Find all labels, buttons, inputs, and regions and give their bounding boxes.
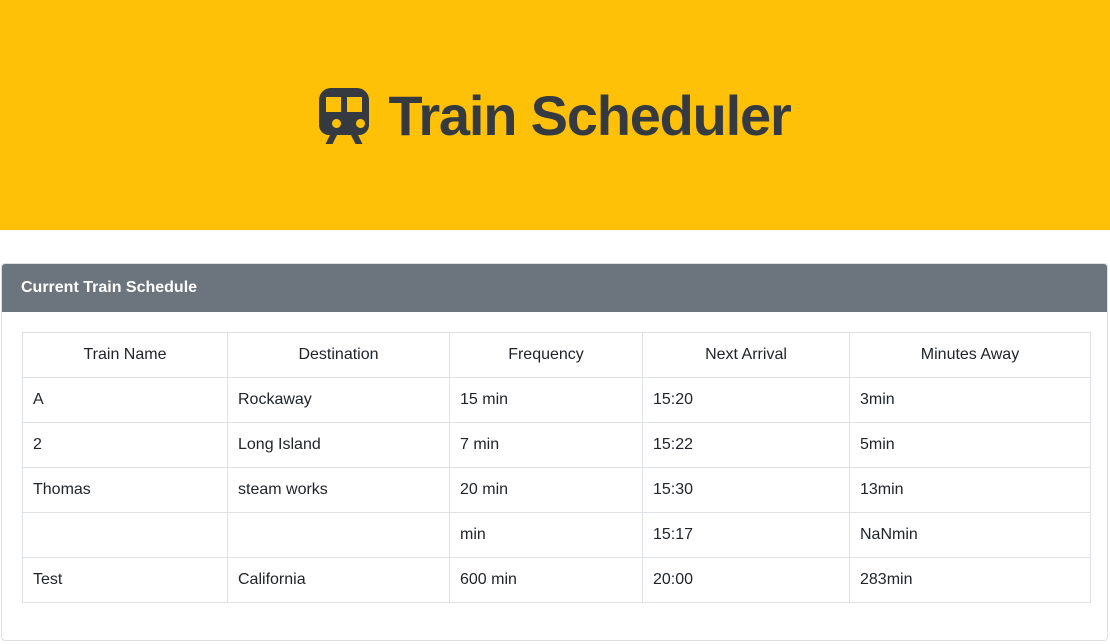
cell-frequency: 15 min [449, 377, 643, 423]
table-row: 2 Long Island 7 min 15:22 5min [22, 422, 1091, 468]
cell-train-name: Thomas [22, 467, 228, 513]
cell-next-arrival: 20:00 [642, 557, 850, 603]
table-row: min 15:17 NaNmin [22, 512, 1091, 558]
cell-next-arrival: 15:20 [642, 377, 850, 423]
cell-destination: Rockaway [227, 377, 450, 423]
column-header-frequency: Frequency [449, 332, 643, 378]
column-header-minutes-away: Minutes Away [849, 332, 1091, 378]
cell-minutes-away: 3min [849, 377, 1091, 423]
cell-destination: steam works [227, 467, 450, 513]
cell-train-name: Test [22, 557, 228, 603]
schedule-heading: Current Train Schedule [21, 279, 198, 296]
cell-frequency: min [449, 512, 643, 558]
cell-frequency: 20 min [449, 467, 643, 513]
cell-train-name: A [22, 377, 228, 423]
column-header-destination: Destination [227, 332, 450, 378]
cell-minutes-away: NaNmin [849, 512, 1091, 558]
page-title: Train Scheduler [388, 84, 791, 147]
schedule-table: Train Name Destination Frequency Next Ar… [22, 332, 1091, 603]
table-row: A Rockaway 15 min 15:20 3min [22, 377, 1091, 423]
schedule-card: Current Train Schedule Train Name Destin… [1, 263, 1108, 641]
header-banner: Train Scheduler [0, 0, 1110, 230]
cell-frequency: 7 min [449, 422, 643, 468]
cell-frequency: 600 min [449, 557, 643, 603]
train-icon [319, 88, 370, 144]
cell-minutes-away: 283min [849, 557, 1091, 603]
schedule-card-header: Current Train Schedule [2, 264, 1107, 312]
column-header-next-arrival: Next Arrival [642, 332, 850, 378]
brand: Train Scheduler [319, 84, 792, 147]
cell-destination: California [227, 557, 450, 603]
cell-next-arrival: 15:22 [642, 422, 850, 468]
column-header-train-name: Train Name [22, 332, 228, 378]
cell-train-name [22, 512, 228, 558]
cell-destination: Long Island [227, 422, 450, 468]
cell-next-arrival: 15:17 [642, 512, 850, 558]
cell-next-arrival: 15:30 [642, 467, 850, 513]
schedule-card-body: Train Name Destination Frequency Next Ar… [2, 312, 1107, 603]
cell-minutes-away: 5min [849, 422, 1091, 468]
table-row: Thomas steam works 20 min 15:30 13min [22, 467, 1091, 513]
cell-destination [227, 512, 450, 558]
table-row: Test California 600 min 20:00 283min [22, 557, 1091, 603]
table-header-row: Train Name Destination Frequency Next Ar… [22, 332, 1091, 378]
cell-minutes-away: 13min [849, 467, 1091, 513]
cell-train-name: 2 [22, 422, 228, 468]
